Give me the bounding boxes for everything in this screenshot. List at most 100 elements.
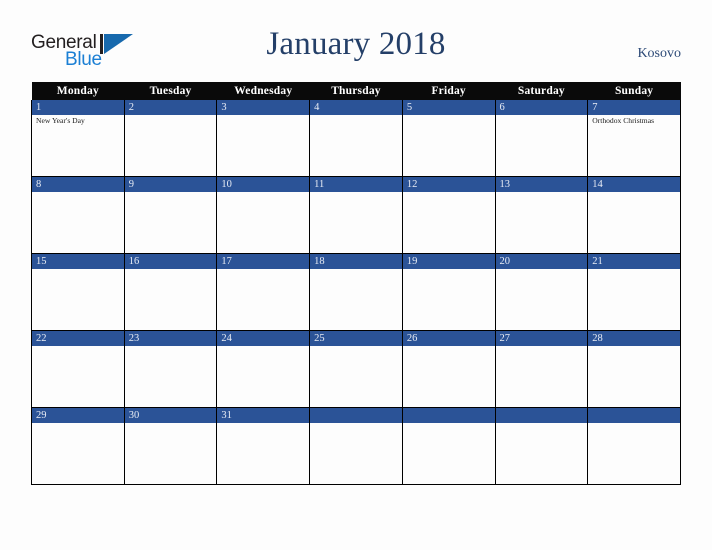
day-events: [496, 269, 588, 271]
day-events: [496, 192, 588, 194]
day-number: 1: [32, 100, 124, 115]
day-number: [588, 408, 680, 423]
day-cell-inner: 5: [402, 100, 495, 176]
calendar-day-cell[interactable]: 24: [216, 330, 311, 408]
day-cell-inner: 19: [402, 254, 495, 330]
calendar-day-cell[interactable]: 4: [309, 100, 403, 177]
day-events: New Year's Day: [32, 115, 124, 126]
day-cell-inner: 6: [495, 100, 588, 176]
day-events: [125, 423, 217, 425]
calendar-week-row: 8 9 10 11 12 13 14: [31, 176, 681, 254]
weekday-header-sunday: Sunday: [587, 82, 681, 100]
calendar-day-cell[interactable]: 17: [216, 253, 311, 331]
calendar-day-cell[interactable]: 8: [31, 176, 125, 254]
calendar-day-cell[interactable]: 13: [494, 176, 589, 254]
day-cell-inner: 17: [217, 254, 310, 330]
calendar-day-cell[interactable]: 22: [31, 330, 125, 408]
weekday-header-monday: Monday: [31, 82, 125, 100]
calendar-day-cell[interactable]: 1 New Year's Day: [31, 100, 125, 177]
day-cell-inner: 28: [588, 331, 680, 407]
day-events: [125, 192, 217, 194]
calendar-day-cell[interactable]: 6: [494, 100, 589, 177]
calendar-week-row: 15 16 17 18 19 20 21: [31, 253, 681, 331]
calendar-day-cell[interactable]: 5: [401, 100, 496, 177]
page-title: January 2018: [266, 26, 446, 62]
day-cell-inner: [402, 408, 495, 484]
day-events: [403, 346, 495, 348]
calendar-day-cell[interactable]: 11: [309, 176, 403, 254]
day-events: [125, 346, 217, 348]
day-events: [217, 115, 309, 117]
weekday-header-saturday: Saturday: [495, 82, 588, 100]
calendar-day-cell[interactable]: 26: [401, 330, 496, 408]
day-events: [310, 269, 402, 271]
day-number: 12: [402, 177, 495, 192]
calendar-day-cell[interactable]: 21: [587, 253, 681, 331]
calendar-day-cell[interactable]: 18: [309, 253, 403, 331]
day-number: 14: [588, 177, 680, 192]
day-number: 21: [588, 254, 680, 269]
day-events: [217, 423, 309, 425]
day-events: [310, 192, 402, 194]
day-cell-inner: 18: [310, 254, 402, 330]
day-number: 3: [217, 100, 310, 115]
calendar-grid: Monday Tuesday Wednesday Thursday Friday…: [31, 82, 681, 485]
day-number: 10: [217, 177, 310, 192]
day-number: 25: [310, 331, 402, 346]
calendar-day-cell[interactable]: 19: [401, 253, 496, 331]
day-cell-inner: 20: [495, 254, 588, 330]
day-cell-inner: 11: [310, 177, 402, 253]
day-cell-inner: 24: [217, 331, 310, 407]
day-number: 29: [32, 408, 124, 423]
calendar-day-cell[interactable]: 16: [123, 253, 218, 331]
calendar-day-cell[interactable]: [309, 407, 403, 485]
country-label: Kosovo: [637, 46, 681, 61]
calendar-day-cell[interactable]: 31: [216, 407, 311, 485]
day-events: [310, 346, 402, 348]
calendar-day-cell[interactable]: 10: [216, 176, 311, 254]
day-events: [217, 192, 309, 194]
day-number: 9: [124, 177, 217, 192]
calendar-day-cell[interactable]: 7 Orthodox Christmas: [587, 100, 681, 177]
page-header: General Blue January 2018 Kosovo: [0, 0, 712, 78]
calendar-day-cell[interactable]: 27: [494, 330, 589, 408]
day-number: 24: [217, 331, 310, 346]
calendar-day-cell[interactable]: 15: [31, 253, 125, 331]
day-events: [32, 192, 124, 194]
day-cell-inner: 27: [495, 331, 588, 407]
calendar-day-cell[interactable]: [587, 407, 681, 485]
day-cell-inner: [495, 408, 588, 484]
calendar-day-cell[interactable]: 28: [587, 330, 681, 408]
day-number: 4: [310, 100, 402, 115]
day-number: 28: [588, 331, 680, 346]
calendar-day-cell[interactable]: 3: [216, 100, 311, 177]
day-events: [32, 423, 124, 425]
calendar-day-cell[interactable]: 2: [123, 100, 218, 177]
day-cell-inner: 22: [32, 331, 124, 407]
calendar-week-row: 1 New Year's Day 2 3 4 5 6 7 Orthodox Christmas: [31, 100, 681, 177]
calendar-day-cell[interactable]: 20: [494, 253, 589, 331]
day-events: [310, 423, 402, 425]
calendar-day-cell[interactable]: [401, 407, 496, 485]
day-number: 23: [124, 331, 217, 346]
day-number: 30: [124, 408, 217, 423]
day-number: 8: [32, 177, 124, 192]
day-events: [496, 423, 588, 425]
calendar-day-cell[interactable]: 9: [123, 176, 218, 254]
calendar-day-cell[interactable]: 30: [123, 407, 218, 485]
day-cell-inner: 14: [588, 177, 680, 253]
calendar-day-cell[interactable]: 29: [31, 407, 125, 485]
calendar-day-cell[interactable]: [494, 407, 589, 485]
day-number: 26: [402, 331, 495, 346]
calendar-day-cell[interactable]: 23: [123, 330, 218, 408]
day-cell-inner: [588, 408, 680, 484]
day-events: [588, 423, 680, 425]
calendar-day-cell[interactable]: 25: [309, 330, 403, 408]
weekday-header-tuesday: Tuesday: [124, 82, 217, 100]
weekday-header-wednesday: Wednesday: [216, 82, 310, 100]
day-cell-inner: 21: [588, 254, 680, 330]
calendar-day-cell[interactable]: 12: [401, 176, 496, 254]
day-events: [217, 269, 309, 271]
day-number: 20: [495, 254, 588, 269]
calendar-day-cell[interactable]: 14: [587, 176, 681, 254]
